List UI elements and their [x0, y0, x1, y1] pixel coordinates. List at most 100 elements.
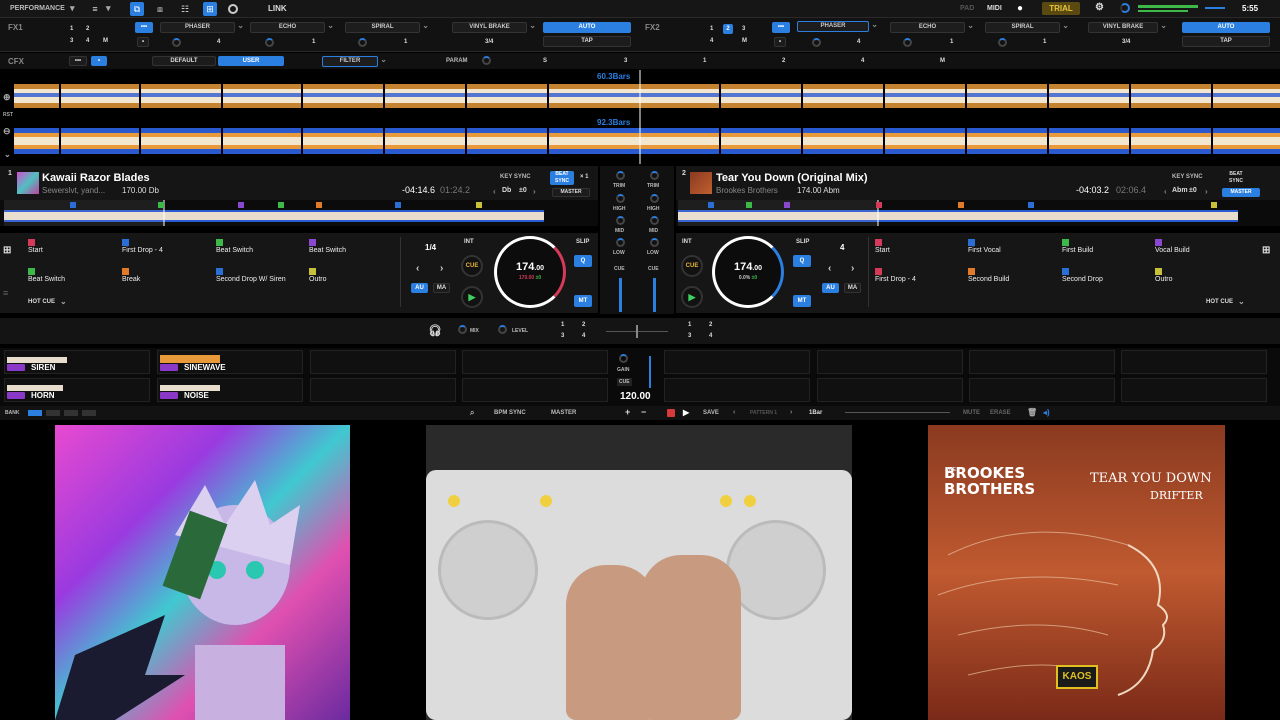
- deck2-hotcue-3[interactable]: First Build: [1062, 239, 1093, 254]
- fx1-slot3-select[interactable]: SPIRAL: [345, 21, 429, 33]
- deck2-manual-loop-button[interactable]: MA: [844, 283, 861, 293]
- fx1-unit-1[interactable]: 1: [70, 26, 73, 32]
- pattern-save-button[interactable]: SAVE: [703, 410, 719, 416]
- ch1-volume-fader[interactable]: [619, 278, 622, 312]
- ch2-high-knob[interactable]: [650, 194, 659, 203]
- deck1-beat-sync-button[interactable]: BEAT SYNC: [550, 171, 574, 185]
- fx1-auto-button[interactable]: AUTO: [543, 22, 631, 33]
- deck1-hotcue-5[interactable]: Beat Switch: [28, 268, 65, 283]
- master-volume-slider[interactable]: [1205, 7, 1225, 9]
- sampler-cue-button[interactable]: CUE: [617, 378, 632, 386]
- sampler-slot-12[interactable]: [1121, 350, 1267, 374]
- play-icon[interactable]: ▶: [683, 408, 689, 417]
- chevron-right-icon[interactable]: ›: [440, 263, 443, 274]
- ch1-mid-knob[interactable]: [616, 216, 625, 225]
- cf-assign-r2[interactable]: 2: [709, 322, 712, 328]
- deck1-cue-button[interactable]: CUE: [461, 255, 483, 277]
- deck1-master-tempo-button[interactable]: MT: [574, 295, 592, 307]
- deck1-hotcue-6[interactable]: Break: [122, 268, 140, 283]
- deck1-hotcue-4[interactable]: Beat Switch: [309, 239, 346, 254]
- sampler-slot-14[interactable]: [817, 378, 963, 402]
- bank-2-button[interactable]: [46, 410, 60, 416]
- sampler-slot-9[interactable]: [664, 350, 810, 374]
- fx2-knob-2[interactable]: [903, 38, 912, 47]
- deck2-cue-button[interactable]: CUE: [681, 255, 703, 277]
- deck1-time-remaining[interactable]: -04:14.6: [402, 185, 435, 195]
- fx1-slot4-select[interactable]: VINYL BRAKE: [452, 21, 536, 33]
- record-icon[interactable]: [667, 409, 675, 417]
- bank-3-button[interactable]: [64, 410, 78, 416]
- deck1-hotcue-7[interactable]: Second Drop W/ Siren: [216, 268, 286, 283]
- fx1-knob-2[interactable]: [265, 38, 274, 47]
- fx2-slot1-select[interactable]: PHASER: [797, 20, 878, 32]
- headphone-mix-knob[interactable]: [458, 325, 467, 334]
- sampler-slot-2[interactable]: SINEWAVE: [157, 350, 303, 374]
- sampler-slot-13[interactable]: [664, 378, 810, 402]
- plus-icon[interactable]: +: [625, 407, 630, 417]
- ch1-cue-button[interactable]: CUE: [614, 266, 625, 272]
- search-icon[interactable]: ⌕: [470, 408, 474, 418]
- cf-assign-2[interactable]: 2: [582, 322, 585, 328]
- fx1-slot1-select[interactable]: PHASER: [160, 21, 244, 33]
- sampler-slot-5[interactable]: HORN: [4, 378, 150, 402]
- sampler-volume-fader[interactable]: [649, 356, 651, 388]
- deck1-master-button[interactable]: MASTER: [552, 188, 590, 197]
- fx2-knob-3[interactable]: [998, 38, 1007, 47]
- chevron-down-icon[interactable]: ▾: [70, 3, 75, 14]
- deck2-quantize-button[interactable]: Q: [793, 255, 811, 267]
- menu-icon[interactable]: ≡: [88, 2, 102, 16]
- headphone-level-knob[interactable]: [498, 325, 507, 334]
- mute-button[interactable]: MUTE: [963, 410, 980, 416]
- deck2-hotcue-4[interactable]: Vocal Build: [1155, 239, 1190, 254]
- mixer-icon[interactable]: ☷: [178, 2, 192, 16]
- chevron-right-icon[interactable]: ›: [533, 187, 536, 196]
- sampler-slot-4[interactable]: [462, 350, 608, 374]
- bank-4-button[interactable]: [82, 410, 96, 416]
- cfx-filter-select[interactable]: FILTER: [322, 55, 387, 67]
- fx1-knob-3[interactable]: [358, 38, 367, 47]
- cfx-user-button[interactable]: USER: [218, 56, 284, 66]
- sampler-slot-7[interactable]: [310, 378, 456, 402]
- sampler-slot-6[interactable]: NOISE: [157, 378, 303, 402]
- fx1-more-button[interactable]: •••: [135, 22, 153, 33]
- cf-assign-3[interactable]: 3: [561, 333, 564, 339]
- deck1-hotcue-8[interactable]: Outro: [309, 268, 327, 283]
- cfx-beat-2[interactable]: 2: [782, 58, 785, 64]
- sampler-bpm[interactable]: 120.00: [620, 391, 651, 402]
- zoom-in-icon[interactable]: ⊕: [3, 92, 11, 103]
- trash-icon[interactable]: 🗑︎: [1027, 408, 1037, 417]
- deck1-play-button[interactable]: ▶: [461, 286, 483, 308]
- cf-assign-1[interactable]: 1: [561, 322, 564, 328]
- fx1-slot2-select[interactable]: ECHO: [250, 21, 334, 33]
- grid-icon[interactable]: ⊞: [1262, 245, 1270, 256]
- chevron-left-icon[interactable]: ‹: [416, 263, 419, 274]
- deck1-slip-button[interactable]: SLIP: [576, 239, 589, 245]
- ch2-cue-button[interactable]: CUE: [648, 266, 659, 272]
- fx1-dot-button[interactable]: •: [137, 37, 149, 47]
- fx2-unit-1[interactable]: 1: [710, 26, 713, 32]
- fx2-auto-button[interactable]: AUTO: [1182, 22, 1270, 33]
- ch1-trim-knob[interactable]: [616, 171, 625, 180]
- cfx-more-button[interactable]: •••: [69, 56, 87, 66]
- chevron-right-icon[interactable]: ›: [790, 409, 792, 416]
- deck2-master-tempo-button[interactable]: MT: [793, 295, 811, 307]
- deck1-pad-mode-select[interactable]: HOT CUE: [28, 299, 55, 305]
- deck2-int-select[interactable]: INT: [682, 239, 692, 245]
- layout-select[interactable]: PERFORMANCE: [10, 5, 65, 12]
- fx2-tap-button[interactable]: TAP: [1182, 36, 1270, 47]
- ch2-trim-knob[interactable]: [650, 171, 659, 180]
- chevron-left-icon[interactable]: ‹: [1164, 187, 1167, 196]
- chevron-left-icon[interactable]: ‹: [733, 409, 735, 416]
- erase-button[interactable]: ERASE: [990, 410, 1011, 416]
- sequence-length-select[interactable]: 1Bar: [809, 410, 822, 416]
- sampler-slot-10[interactable]: [817, 350, 963, 374]
- chevron-left-icon[interactable]: ‹: [828, 263, 831, 274]
- deck2-keysync-label[interactable]: KEY SYNC: [1172, 174, 1203, 180]
- pattern-name[interactable]: PATTERN 1: [750, 410, 777, 416]
- ch1-low-knob[interactable]: [616, 238, 625, 247]
- bank-1-button[interactable]: [28, 410, 42, 416]
- chevron-down-icon[interactable]: ⌄: [4, 150, 11, 159]
- cf-assign-r1[interactable]: 1: [688, 322, 691, 328]
- fx2-unit-3[interactable]: 3: [742, 26, 745, 32]
- deck2-hotcue-2[interactable]: First Vocal: [968, 239, 1001, 254]
